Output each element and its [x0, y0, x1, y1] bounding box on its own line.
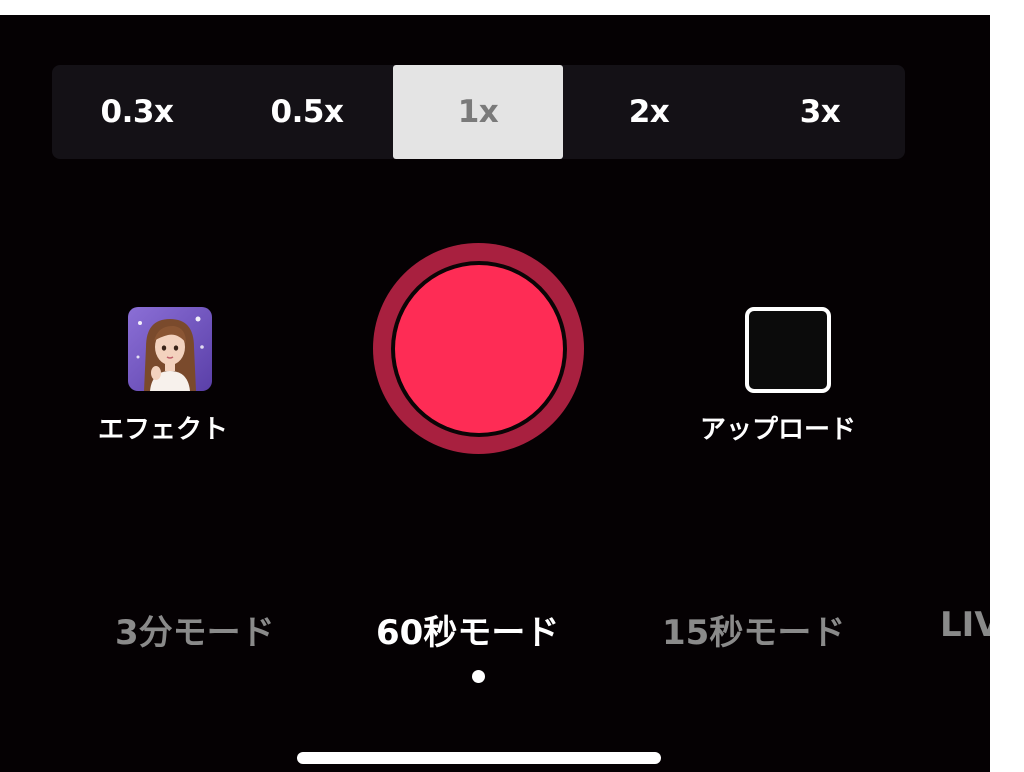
zoom-option-0.3x[interactable]: 0.3x — [52, 65, 222, 159]
home-indicator[interactable] — [297, 752, 661, 764]
camera-screen: 0.3x 0.5x 1x 2x 3x エフェクト アップロード 3分モード 60… — [0, 15, 990, 772]
avatar-girl-icon — [128, 307, 212, 391]
upload-label: アップロード — [700, 415, 857, 445]
zoom-option-2x[interactable]: 2x — [564, 65, 734, 159]
zoom-option-1x[interactable]: 1x — [393, 65, 563, 159]
record-button[interactable] — [373, 243, 584, 454]
record-ring — [390, 260, 567, 437]
active-mode-indicator — [472, 670, 485, 683]
upload-button[interactable] — [745, 307, 831, 393]
mode-60sec[interactable]: 60秒モード — [376, 605, 559, 654]
effect-button[interactable] — [128, 307, 212, 391]
zoom-option-3x[interactable]: 3x — [735, 65, 905, 159]
zoom-option-0.5x[interactable]: 0.5x — [222, 65, 392, 159]
zoom-selector: 0.3x 0.5x 1x 2x 3x — [52, 65, 905, 159]
mode-3min[interactable]: 3分モード — [115, 605, 275, 654]
record-button-icon — [394, 264, 563, 433]
mode-live[interactable]: LIV — [940, 605, 990, 645]
effect-label: エフェクト — [98, 415, 229, 445]
mode-15sec[interactable]: 15秒モード — [662, 605, 845, 654]
